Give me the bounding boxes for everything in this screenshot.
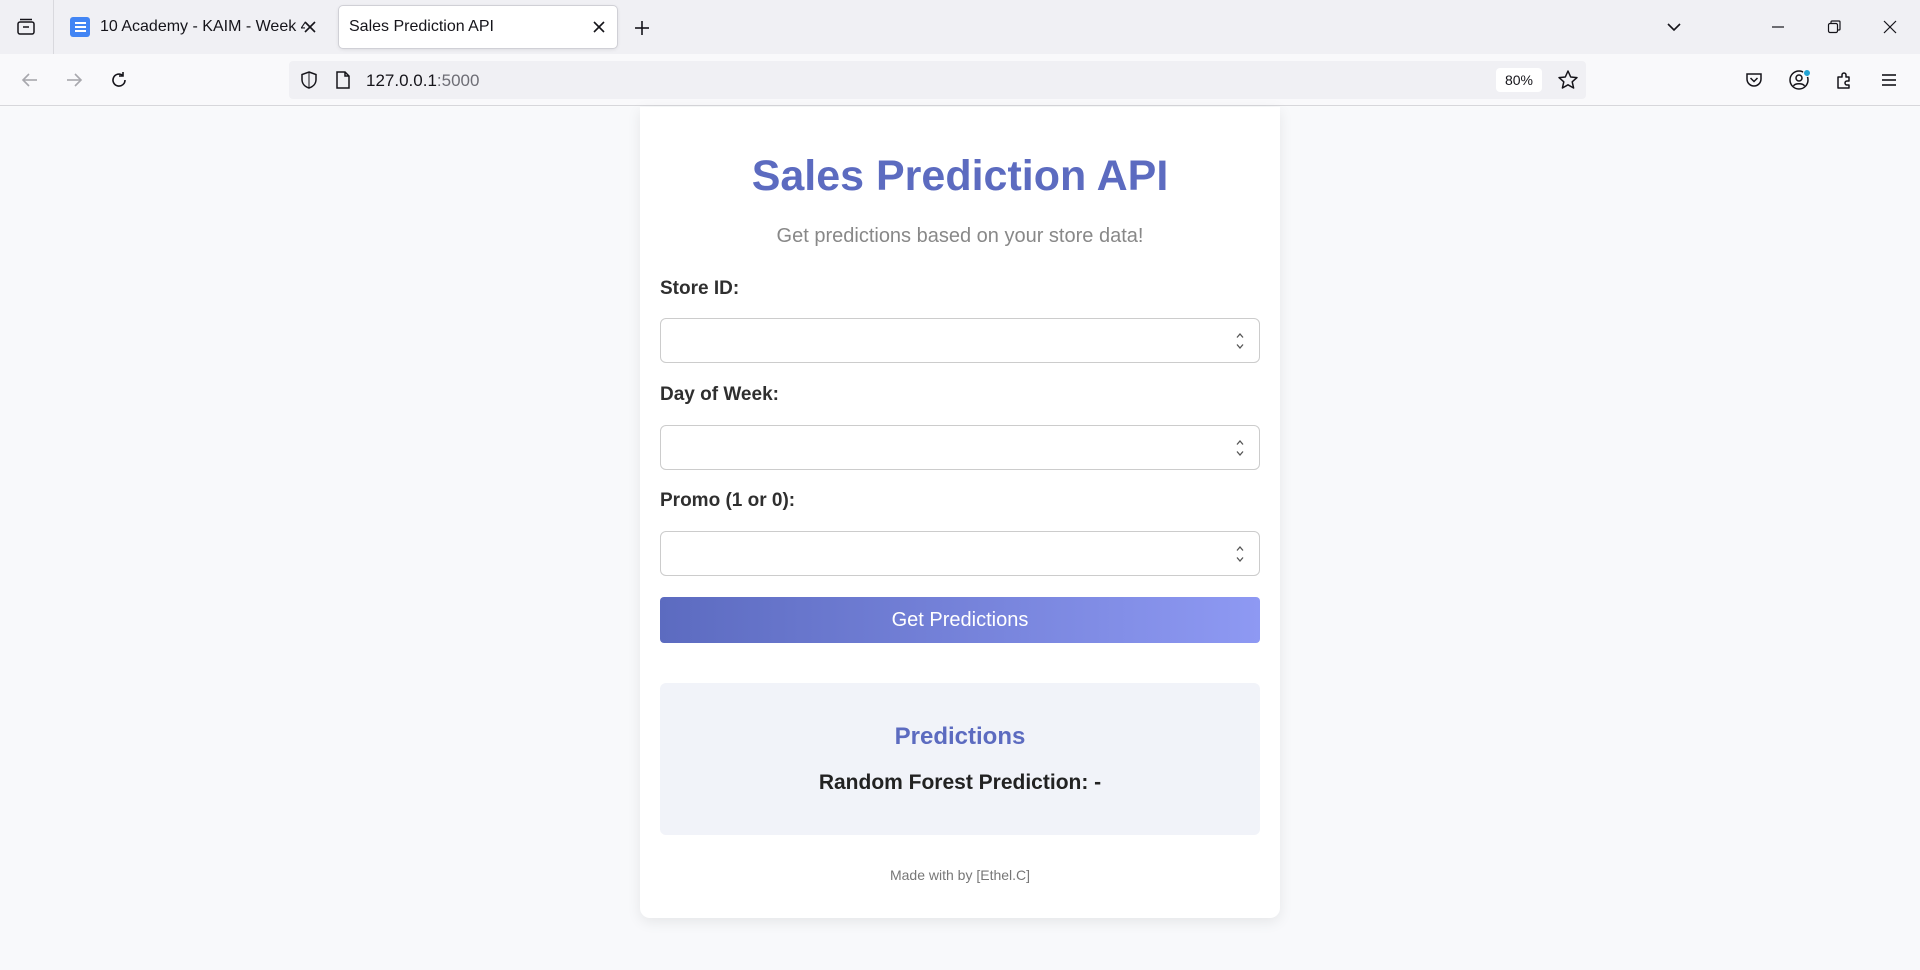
plus-icon <box>635 21 649 35</box>
number-spinner[interactable] <box>1233 439 1247 457</box>
chevron-up-icon <box>1236 440 1244 445</box>
tab-strip: 10 Academy - KAIM - Week 4 - C Sales Pre… <box>0 0 1920 54</box>
chevron-up-icon <box>1236 333 1244 338</box>
day-of-week-input[interactable] <box>660 425 1260 470</box>
store-id-input[interactable] <box>660 318 1260 363</box>
tracking-protection-icon[interactable] <box>299 70 319 90</box>
day-of-week-label: Day of Week: <box>660 384 779 405</box>
prediction-card: Sales Prediction API Get predictions bas… <box>640 107 1280 918</box>
new-tab-button[interactable] <box>626 12 658 44</box>
url-text[interactable]: 127.0.0.1:5000 <box>366 71 479 91</box>
close-icon <box>1883 20 1897 34</box>
tab-list-icon <box>17 18 35 35</box>
chevron-down-icon <box>1236 557 1244 562</box>
restore-button[interactable] <box>1816 10 1852 44</box>
tab-list-button[interactable] <box>8 9 44 45</box>
close-icon <box>304 21 316 33</box>
arrow-right-icon <box>67 73 83 87</box>
footer-credit: Made with by [Ethel.C] <box>889 867 1031 883</box>
tab-close-button[interactable] <box>300 17 320 37</box>
predictions-panel: Predictions Random Forest Prediction: - <box>660 683 1260 835</box>
page-title: Sales Prediction API <box>751 152 1169 200</box>
tab-10-academy[interactable]: 10 Academy - KAIM - Week 4 - C <box>56 6 328 48</box>
chevron-down-icon <box>1236 344 1244 349</box>
page-info-icon[interactable] <box>333 70 353 90</box>
url-bar[interactable]: 127.0.0.1:5000 80% <box>289 61 1586 99</box>
forward-button[interactable] <box>56 62 92 98</box>
zoom-level-button[interactable]: 80% <box>1496 68 1542 92</box>
star-icon <box>1558 70 1578 89</box>
number-spinner[interactable] <box>1233 545 1247 563</box>
google-docs-icon <box>70 17 90 37</box>
chevron-down-icon <box>1667 23 1681 32</box>
page-viewport: Sales Prediction API Get predictions bas… <box>0 107 1920 970</box>
notification-dot <box>1803 69 1811 77</box>
reload-button[interactable] <box>101 62 137 98</box>
pocket-icon <box>1746 73 1762 87</box>
list-all-tabs-button[interactable] <box>1656 10 1692 44</box>
store-id-label: Store ID: <box>660 278 740 299</box>
bookmark-star-button[interactable] <box>1556 68 1580 92</box>
chevron-up-icon <box>1236 546 1244 551</box>
extensions-button[interactable] <box>1826 62 1862 98</box>
url-port: :5000 <box>436 71 480 90</box>
number-spinner[interactable] <box>1233 332 1247 350</box>
minimize-button[interactable] <box>1760 10 1796 44</box>
app-menu-button[interactable] <box>1871 62 1907 98</box>
tab-close-button[interactable] <box>589 17 609 37</box>
promo-label: Promo (1 or 0): <box>660 490 796 511</box>
account-button[interactable] <box>1781 62 1817 98</box>
tab-title: Sales Prediction API <box>349 18 494 35</box>
random-forest-prediction: Random Forest Prediction: - <box>818 771 1102 794</box>
minimize-icon <box>1772 26 1784 28</box>
close-window-button[interactable] <box>1872 10 1908 44</box>
url-host: 127.0.0.1 <box>366 71 437 90</box>
chevron-down-icon <box>1236 451 1244 456</box>
restore-icon <box>1827 20 1841 34</box>
tab-strip-separator <box>53 0 54 54</box>
navigation-toolbar: 127.0.0.1:5000 80% <box>0 54 1920 106</box>
tab-sales-prediction[interactable]: Sales Prediction API <box>339 6 617 48</box>
get-predictions-button[interactable]: Get Predictions <box>660 597 1260 643</box>
hamburger-menu-icon <box>1882 74 1896 86</box>
tab-title: 10 Academy - KAIM - Week 4 - C <box>100 18 305 35</box>
back-button[interactable] <box>12 62 48 98</box>
predictions-heading: Predictions <box>894 723 1026 750</box>
arrow-left-icon <box>21 73 37 87</box>
promo-input[interactable] <box>660 531 1260 576</box>
page-subtitle: Get predictions based on your store data… <box>776 225 1144 247</box>
puzzle-icon <box>1837 72 1850 89</box>
pocket-button[interactable] <box>1736 62 1772 98</box>
close-icon <box>593 21 605 33</box>
reload-icon <box>112 72 126 87</box>
